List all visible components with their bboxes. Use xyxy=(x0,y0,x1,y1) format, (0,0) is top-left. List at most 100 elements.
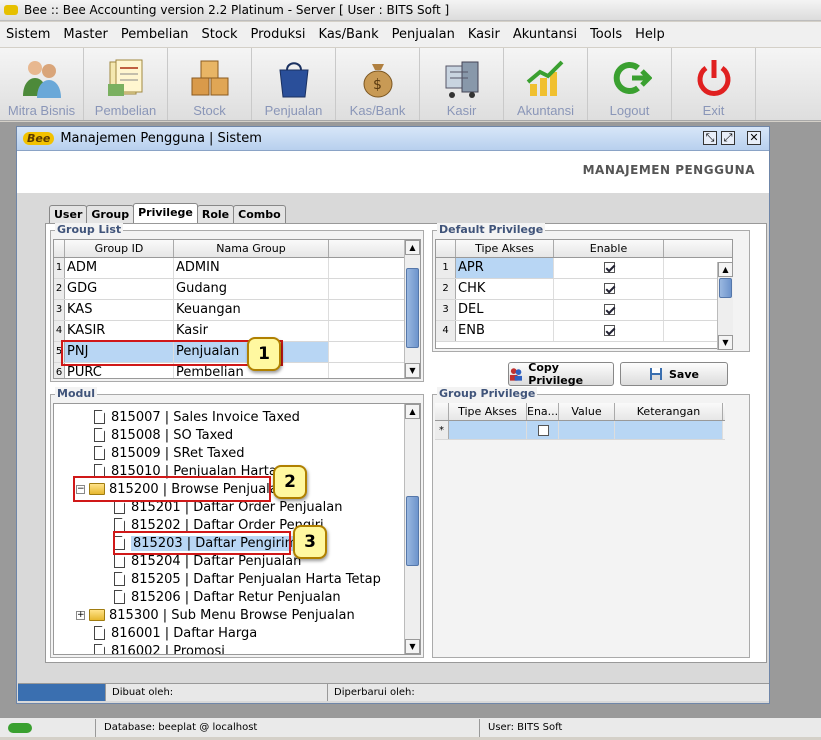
tree-item[interactable]: 815008 | SO Taxed xyxy=(94,426,233,444)
scroll-down-icon[interactable]: ▼ xyxy=(718,335,733,350)
col-tipe-akses[interactable]: Tipe Akses xyxy=(449,403,527,420)
toolbar-akuntansi-button[interactable]: Akuntansi xyxy=(504,48,588,120)
table-row[interactable]: 4 KASIR Kasir xyxy=(54,321,420,342)
col-enable[interactable]: Ena... xyxy=(527,403,559,420)
toolbar-logout-button[interactable]: Logout xyxy=(588,48,672,120)
col-nama-group[interactable]: Nama Group xyxy=(174,240,329,257)
table-row[interactable]: 3 DEL xyxy=(436,300,732,321)
maximize-icon[interactable]: ⤢ xyxy=(721,131,735,145)
enable-checkbox[interactable] xyxy=(604,325,615,336)
enable-checkbox[interactable] xyxy=(604,262,615,273)
modul-scrollbar[interactable]: ▲ ▼ xyxy=(404,404,420,654)
tree-item[interactable]: 815205 | Daftar Penjualan Harta Tetap xyxy=(114,570,381,588)
grid-header: Group ID Nama Group xyxy=(54,240,420,258)
col-value[interactable]: Value xyxy=(559,403,615,420)
ledger-icon xyxy=(107,59,142,96)
toolbar-label: Stock xyxy=(193,103,226,118)
copy-privilege-button[interactable]: Copy Privilege xyxy=(508,361,614,387)
tab-privilege[interactable]: Privilege xyxy=(133,203,198,223)
table-row[interactable]: 2 CHK xyxy=(436,279,732,300)
tab-role[interactable]: Role xyxy=(196,205,235,223)
toolbar: Mitra Bisnis Pembelian Stock Penjualan $… xyxy=(0,48,821,121)
new-keterangan-cell[interactable] xyxy=(615,421,723,439)
table-row[interactable]: 3 KAS Keuangan xyxy=(54,300,420,321)
created-by-label: Dibuat oleh: xyxy=(106,684,328,701)
menu-master[interactable]: Master xyxy=(63,27,107,42)
restore-icon[interactable]: ⤡ xyxy=(703,131,717,145)
scroll-down-icon[interactable]: ▼ xyxy=(405,639,420,654)
table-row[interactable]: 1 ADM ADMIN xyxy=(54,258,420,279)
group-privilege-legend: Group Privilege xyxy=(437,387,538,400)
scroll-down-icon[interactable]: ▼ xyxy=(405,363,420,378)
col-enable[interactable]: Enable xyxy=(554,240,664,257)
tree-item[interactable]: 816001 | Daftar Harga xyxy=(94,624,257,642)
menu-penjualan[interactable]: Penjualan xyxy=(392,27,455,42)
tab-combo[interactable]: Combo xyxy=(233,205,286,223)
tree-item[interactable]: 815007 | Sales Invoice Taxed xyxy=(94,408,300,426)
menu-akuntansi[interactable]: Akuntansi xyxy=(513,27,577,42)
grid-header: Tipe Akses Enable xyxy=(436,240,732,258)
group-list-scrollbar[interactable]: ▲ ▼ xyxy=(404,240,420,378)
default-privilege-grid: Tipe Akses Enable 1 APR 2 CHK 3 DEL 4 ENB xyxy=(435,239,733,349)
grid-header: Tipe Akses Ena... Value Keterangan xyxy=(435,403,725,421)
window-title: Manajemen Pengguna | Sistem xyxy=(60,131,262,146)
toolbar-kas-bank-button[interactable]: $ Kas/Bank xyxy=(336,48,420,120)
menu-produksi[interactable]: Produksi xyxy=(251,27,306,42)
menu-tools[interactable]: Tools xyxy=(590,27,622,42)
callout-badge: 1 xyxy=(247,337,281,371)
new-value-cell[interactable] xyxy=(559,421,615,439)
close-icon[interactable]: ✕ xyxy=(747,131,761,145)
toolbar-label: Kasir xyxy=(446,103,477,118)
toolbar-mitra-bisnis-button[interactable]: Mitra Bisnis xyxy=(0,48,84,120)
menu-kas-bank[interactable]: Kas/Bank xyxy=(319,27,379,42)
window-statusbar: Dibuat oleh: Diperbarui oleh: xyxy=(18,683,769,701)
updated-by-label: Diperbarui oleh: xyxy=(334,687,415,698)
table-row-selected[interactable]: 1 APR xyxy=(436,258,732,279)
cash-register-icon xyxy=(445,61,478,98)
col-group-id[interactable]: Group ID xyxy=(65,240,174,257)
toolbar-label: Pembelian xyxy=(94,103,157,118)
scroll-up-icon[interactable]: ▲ xyxy=(718,262,733,277)
col-tipe-akses[interactable]: Tipe Akses xyxy=(456,240,554,257)
boxes-icon xyxy=(191,60,228,96)
scroll-thumb[interactable] xyxy=(719,278,732,298)
table-row[interactable]: 4 ENB xyxy=(436,321,732,342)
privilege-panel: Group List Group ID Nama Group 1 ADM ADMIN… xyxy=(45,223,767,663)
toolbar-stock-button[interactable]: Stock xyxy=(168,48,252,120)
scroll-thumb[interactable] xyxy=(406,496,419,566)
toolbar-exit-button[interactable]: Exit xyxy=(672,48,756,120)
enable-checkbox[interactable] xyxy=(604,283,615,294)
scroll-up-icon[interactable]: ▲ xyxy=(405,404,420,419)
toolbar-kasir-button[interactable]: Kasir xyxy=(420,48,504,120)
new-tipe-akses-cell[interactable] xyxy=(449,421,527,439)
menu-sistem[interactable]: Sistem xyxy=(6,27,50,42)
tab-user[interactable]: User xyxy=(49,205,88,223)
new-row[interactable]: * xyxy=(435,421,725,440)
menu-kasir[interactable]: Kasir xyxy=(468,27,500,42)
toolbar-pembelian-button[interactable]: Pembelian xyxy=(84,48,168,120)
database-status: Database: beeplat @ localhost xyxy=(96,718,480,737)
tree-item[interactable]: 816002 | Promosi xyxy=(94,642,225,654)
tree-item[interactable]: 815206 | Daftar Retur Penjualan xyxy=(114,588,341,606)
scroll-thumb[interactable] xyxy=(406,268,419,348)
table-row[interactable]: 2 GDG Gudang xyxy=(54,279,420,300)
app-title: Bee :: Bee Accounting version 2.2 Platin… xyxy=(24,3,450,17)
menu-help[interactable]: Help xyxy=(635,27,665,42)
tree-item[interactable]: 815009 | SRet Taxed xyxy=(94,444,245,462)
expand-icon[interactable]: + xyxy=(76,610,85,620)
tab-group[interactable]: Group xyxy=(86,205,135,223)
tree-item-collapsed[interactable]: +815300 | Sub Menu Browse Penjualan xyxy=(76,606,355,624)
menu-stock[interactable]: Stock xyxy=(202,27,238,42)
callout-badge: 2 xyxy=(273,465,307,499)
save-button[interactable]: Save xyxy=(620,362,728,386)
shopping-bag-icon xyxy=(278,62,309,98)
manajemen-pengguna-window: Bee Manajemen Pengguna | Sistem ⤡ ⤢ ✕ MA… xyxy=(16,126,770,704)
default-privilege-scrollbar[interactable]: ▲ ▼ xyxy=(717,262,733,350)
menu-pembelian[interactable]: Pembelian xyxy=(121,27,189,42)
scroll-up-icon[interactable]: ▲ xyxy=(405,240,420,255)
col-keterangan[interactable]: Keterangan xyxy=(615,403,723,420)
enable-checkbox[interactable] xyxy=(538,425,549,436)
toolbar-penjualan-button[interactable]: Penjualan xyxy=(252,48,336,120)
enable-checkbox[interactable] xyxy=(604,304,615,315)
menubar: Sistem Master Pembelian Stock Produksi K… xyxy=(0,22,821,47)
